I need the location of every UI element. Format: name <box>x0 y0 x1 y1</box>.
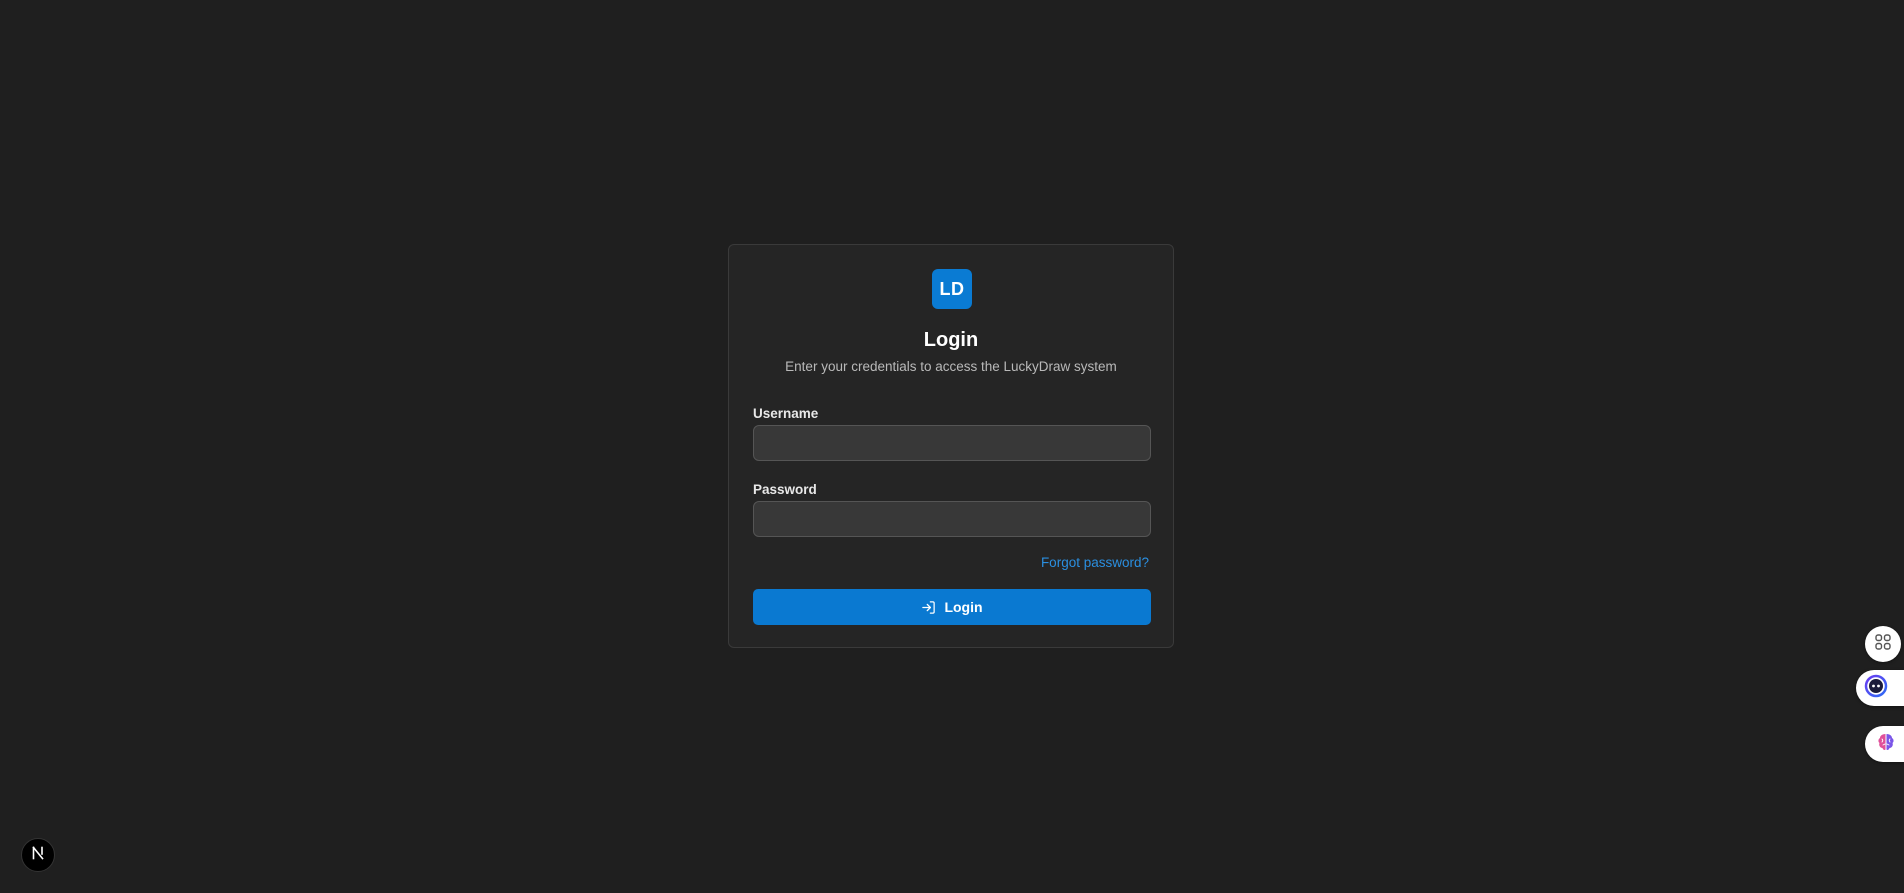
apps-grid-icon <box>1874 633 1892 656</box>
login-card: LD Login Enter your credentials to acces… <box>728 244 1174 648</box>
apps-widget-button[interactable] <box>1865 626 1901 662</box>
brain-icon <box>1875 731 1897 758</box>
assistant-face-icon <box>1864 674 1888 703</box>
log-in-icon <box>921 600 936 615</box>
page-subtitle: Enter your credentials to access the Luc… <box>785 359 1117 374</box>
app-logo: LD <box>932 269 972 309</box>
login-button-label: Login <box>944 599 983 615</box>
username-label: Username <box>753 406 819 421</box>
assistant-widget-button[interactable] <box>1856 670 1904 706</box>
page-title: Login <box>923 329 979 351</box>
password-label: Password <box>753 482 817 497</box>
brain-widget-button[interactable] <box>1865 726 1904 762</box>
forgot-password-link[interactable]: Forgot password? <box>1041 555 1149 570</box>
nextjs-dev-badge[interactable] <box>21 838 55 872</box>
login-page: LD Login Enter your credentials to acces… <box>0 0 1904 893</box>
password-input[interactable] <box>753 501 1151 537</box>
username-input[interactable] <box>753 425 1151 461</box>
login-button[interactable]: Login <box>753 589 1151 625</box>
nextjs-icon <box>30 845 46 866</box>
